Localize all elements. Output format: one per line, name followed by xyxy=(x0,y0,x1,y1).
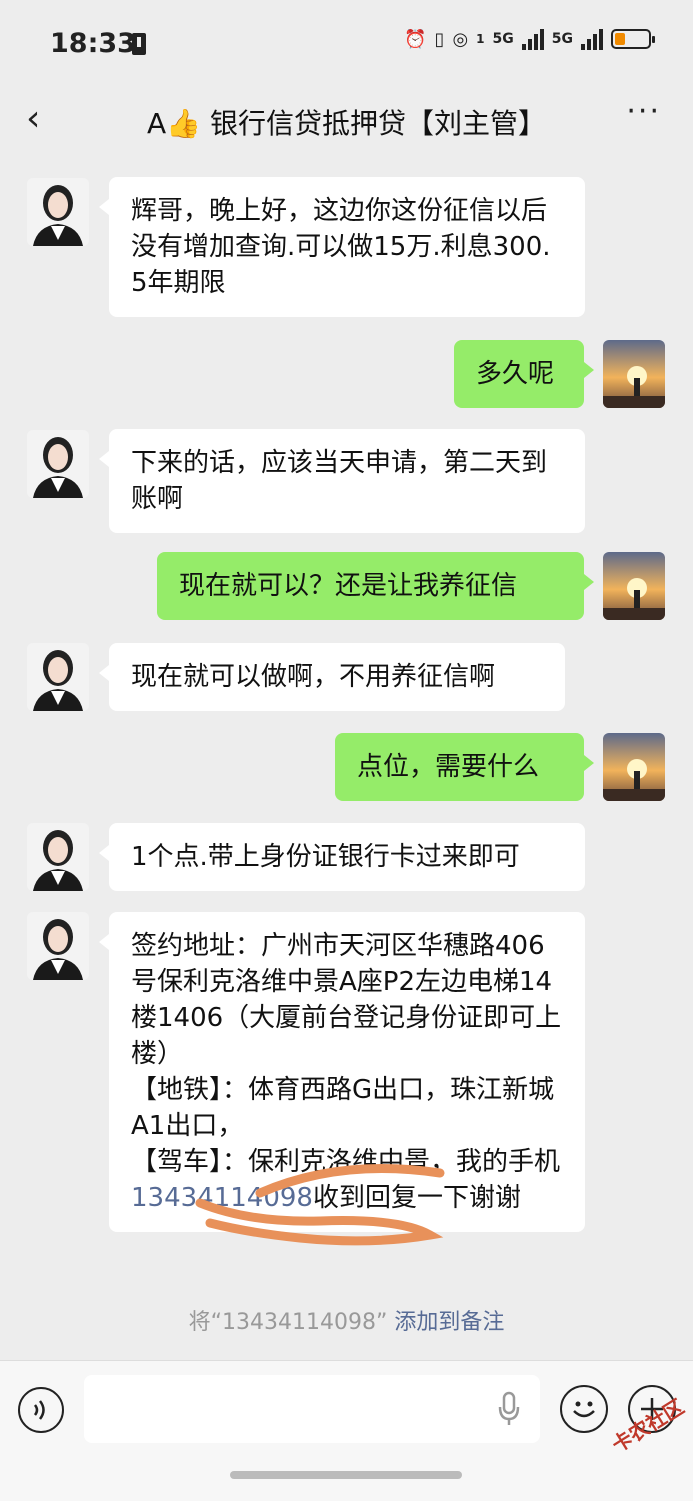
system-note-text: 将“13434114098” xyxy=(188,1310,388,1335)
message-line: 【地铁】：体育西路G出口，珠江新城A1出口， xyxy=(131,1075,555,1141)
hotspot-icon: ◎ xyxy=(452,28,469,50)
message-text: 【驾车】：保利克洛维中景，我的手机 xyxy=(131,1147,561,1177)
battery-icon xyxy=(611,29,655,49)
status-time: 18:33 xyxy=(50,28,136,59)
voice-input-icon[interactable] xyxy=(18,1387,64,1433)
user-avatar[interactable] xyxy=(603,733,665,801)
message-input[interactable] xyxy=(84,1375,540,1443)
emoji-icon[interactable] xyxy=(560,1385,608,1433)
chat-title: A👍 银行信贷抵押贷【刘主管】 xyxy=(147,107,546,140)
message-bubble[interactable]: 辉哥，晚上好，这边你这份征信以后没有增加查询.可以做15万.利息300.5年期限 xyxy=(99,177,585,317)
message-bubble[interactable]: 点位，需要什么 xyxy=(335,733,594,801)
sim-1-label: 1 xyxy=(476,32,485,46)
contact-avatar[interactable] xyxy=(27,823,89,891)
contact-avatar[interactable] xyxy=(27,643,89,711)
signal-2-icon xyxy=(581,28,603,50)
message-bubble[interactable]: 下来的话，应该当天申请，第二天到账啊 xyxy=(99,429,585,533)
message-bubble[interactable]: 现在就可以做啊，不用养征信啊 xyxy=(99,643,565,711)
contact-avatar[interactable] xyxy=(27,178,89,246)
network-1-label: 5G xyxy=(492,31,514,47)
message-line: 【驾车】：保利克洛维中景，我的手机 13434114098收到回复一下谢谢 xyxy=(131,1144,563,1216)
alarm-icon: ⏰ xyxy=(404,28,427,50)
signal-1-icon xyxy=(521,28,544,50)
alert-icon xyxy=(132,33,146,55)
chat-header: ‹ A👍 银行信贷抵押贷【刘主管】 ··· xyxy=(0,88,693,160)
vibrate-icon: ▯ xyxy=(434,28,445,50)
network-2-label: 5G xyxy=(551,31,573,47)
message-bubble[interactable]: 现在就可以？还是让我养征信 xyxy=(157,552,594,620)
message-line: 签约地址：广州市天河区华穗路406号保利克洛维中景A座P2左边电梯14楼1406… xyxy=(131,931,562,1069)
home-indicator[interactable] xyxy=(230,1471,462,1479)
message-bubble[interactable]: 1个点.带上身份证银行卡过来即可 xyxy=(99,823,585,891)
user-avatar[interactable] xyxy=(603,340,665,408)
mic-icon[interactable] xyxy=(498,1391,520,1427)
message-bubble[interactable]: 多久呢 xyxy=(454,340,594,408)
contact-avatar[interactable] xyxy=(27,912,89,980)
user-avatar[interactable] xyxy=(603,552,665,620)
phone-link[interactable]: 13434114098 xyxy=(131,1183,313,1213)
input-bar xyxy=(0,1360,693,1501)
system-note: 将“13434114098” 添加到备注 xyxy=(0,1304,693,1336)
status-icons: ⏰ ▯ ◎ 1 5G 5G xyxy=(404,28,655,50)
status-bar: 18:33 ⏰ ▯ ◎ 1 5G 5G xyxy=(0,0,693,88)
contact-avatar[interactable] xyxy=(27,430,89,498)
message-bubble[interactable]: 签约地址：广州市天河区华穗路406号保利克洛维中景A座P2左边电梯14楼1406… xyxy=(99,912,585,1232)
message-text: 收到回复一下谢谢 xyxy=(312,1183,521,1213)
more-options-icon[interactable]: ··· xyxy=(626,94,661,129)
add-to-remark-link[interactable]: 添加到备注 xyxy=(394,1310,504,1335)
